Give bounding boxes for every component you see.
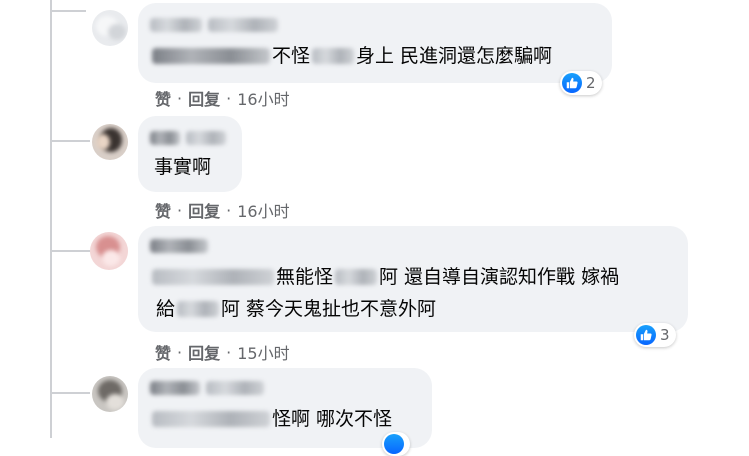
comment-text: 怪啊 哪次不怪: [150, 406, 392, 432]
avatar[interactable]: [92, 124, 128, 160]
reaction-count[interactable]: 3: [634, 323, 676, 347]
reaction-number: 3: [660, 326, 670, 344]
comment-text: 事實啊: [154, 156, 212, 178]
separator: ·: [226, 342, 232, 362]
reaction-count-partial[interactable]: [382, 432, 410, 456]
timestamp[interactable]: 15小时: [237, 340, 289, 364]
thread-branch: [50, 392, 90, 394]
comment-bubble: 無能怪 阿 還自導自演認知作戰 嫁禍 給 阿 蔡今天鬼扯也不意外阿: [138, 226, 688, 332]
timestamp[interactable]: 16小时: [237, 86, 289, 110]
separator: ·: [226, 200, 232, 220]
separator: ·: [226, 88, 232, 108]
avatar[interactable]: [90, 232, 128, 270]
author-name[interactable]: [150, 130, 226, 146]
thread-branch: [50, 140, 90, 142]
timestamp[interactable]: 16小时: [237, 198, 289, 222]
thread-branch: [50, 250, 90, 252]
like-button[interactable]: 赞: [155, 86, 171, 110]
avatar[interactable]: [92, 10, 128, 46]
comment-bubble: 事實啊: [138, 116, 242, 192]
reply-button[interactable]: 回复: [188, 86, 220, 110]
separator: ·: [177, 88, 183, 108]
reaction-count[interactable]: 2: [560, 71, 602, 95]
like-button[interactable]: 赞: [155, 340, 171, 364]
comment-text-line-1: 無能怪 阿 還自導自演認知作戰 嫁禍: [150, 264, 619, 290]
reply-button[interactable]: 回复: [188, 198, 220, 222]
like-button[interactable]: 赞: [155, 198, 171, 222]
reaction-number: 2: [586, 74, 596, 92]
like-thumbs-up-icon: [384, 434, 404, 454]
like-thumbs-up-icon: [562, 73, 582, 93]
separator: ·: [177, 200, 183, 220]
comment-bubble: 不怪 身上 民進洞還怎麼騙啊: [138, 3, 612, 83]
reply-button[interactable]: 回复: [188, 340, 220, 364]
thread-line: [50, 0, 52, 438]
comment-text: 不怪 身上 民進洞還怎麼騙啊: [150, 43, 552, 69]
avatar[interactable]: [92, 376, 128, 412]
thread-branch: [50, 10, 86, 12]
comment-text-line-2: 給 阿 蔡今天鬼扯也不意外阿: [156, 298, 437, 320]
like-thumbs-up-icon: [636, 325, 656, 345]
separator: ·: [177, 342, 183, 362]
author-name[interactable]: [150, 17, 278, 33]
author-name[interactable]: [150, 380, 264, 396]
author-name[interactable]: [150, 238, 208, 254]
